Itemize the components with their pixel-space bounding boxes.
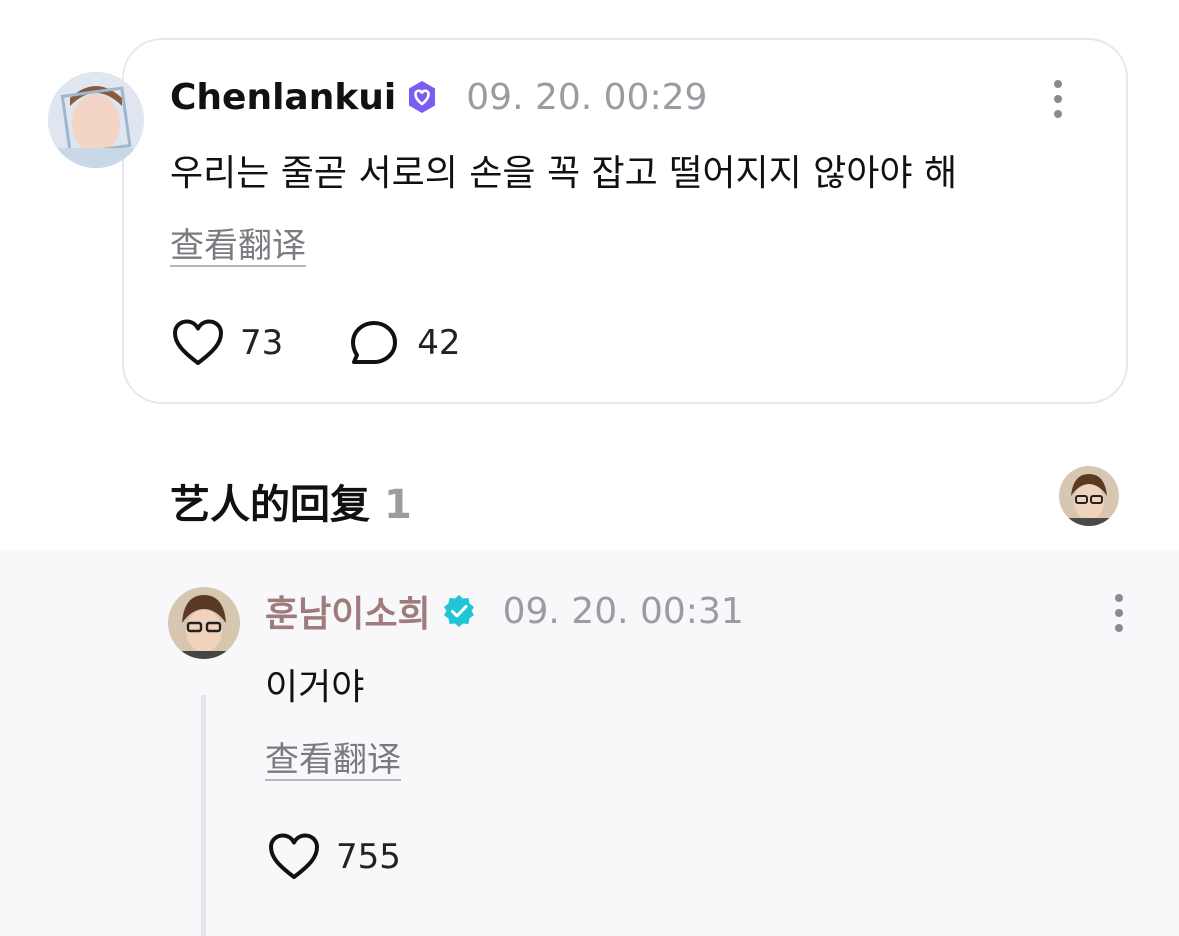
heart-icon[interactable] bbox=[268, 833, 320, 881]
artist-replies-title: 艺人的回复 bbox=[170, 482, 370, 528]
like-count: 755 bbox=[336, 837, 401, 877]
thread-line bbox=[201, 695, 206, 936]
like-count: 73 bbox=[240, 323, 284, 363]
heart-icon[interactable] bbox=[172, 319, 224, 367]
artist-avatar-small[interactable] bbox=[1059, 466, 1119, 526]
verified-badge-icon bbox=[441, 593, 477, 629]
reply-count: 42 bbox=[417, 323, 461, 363]
comment-bubble-icon[interactable] bbox=[349, 319, 399, 367]
comment-text: 우리는 줄곧 서로의 손을 꼭 잡고 떨어지지 않아야 해 bbox=[170, 153, 958, 194]
reply-actions: 755 bbox=[268, 830, 401, 884]
verified-badge-icon bbox=[404, 79, 440, 115]
artist-replies-count: 1 bbox=[384, 482, 412, 528]
more-vertical-icon[interactable] bbox=[1113, 594, 1125, 632]
reply-author[interactable]: 훈남이소희 bbox=[265, 585, 431, 637]
comment-author[interactable]: Chenlankui bbox=[170, 77, 396, 118]
artist-replies-heading: 艺人的回复 1 bbox=[170, 472, 412, 530]
comment-header: Chenlankui 09. 20. 00:29 bbox=[170, 74, 707, 120]
reply-timestamp: 09. 20. 00:31 bbox=[502, 590, 744, 632]
reply-text: 이거야 bbox=[265, 667, 365, 708]
more-vertical-icon[interactable] bbox=[1052, 80, 1064, 118]
reply-author-avatar[interactable] bbox=[168, 587, 240, 659]
commenter-avatar[interactable] bbox=[48, 72, 144, 168]
comment-timestamp: 09. 20. 00:29 bbox=[466, 76, 708, 118]
comment-actions: 73 42 bbox=[172, 316, 461, 370]
translate-link[interactable]: 查看翻译 bbox=[265, 732, 401, 781]
reply-header: 훈남이소희 09. 20. 00:31 bbox=[265, 585, 744, 637]
translate-link[interactable]: 查看翻译 bbox=[170, 218, 306, 267]
